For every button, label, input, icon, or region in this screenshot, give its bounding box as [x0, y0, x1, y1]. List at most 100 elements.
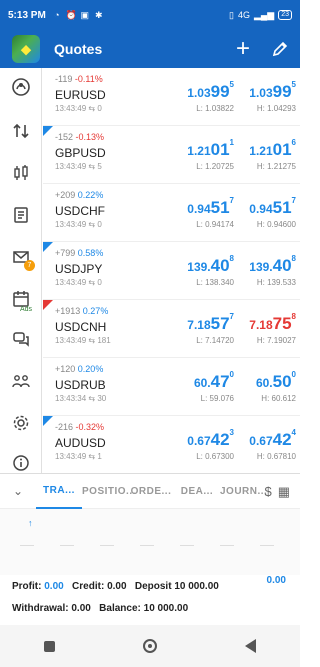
sidebar-item-chat[interactable] — [10, 328, 32, 350]
ask-big: 40 — [272, 256, 292, 275]
quote-symbol: EURUSD — [55, 88, 106, 102]
bid-big: 40 — [210, 256, 230, 275]
quote-high: H: 0.67810 — [256, 452, 296, 461]
sidebar-item-chart[interactable] — [10, 162, 32, 184]
chat-icon — [13, 332, 29, 347]
tab-orders[interactable]: ORDE... — [128, 486, 174, 497]
app-logo-icon[interactable]: ⬥ — [12, 35, 40, 63]
quote-points: +799 — [55, 248, 76, 258]
quote-percent: -0.11% — [74, 74, 103, 84]
recents-button[interactable] — [44, 640, 55, 652]
quote-time: 13:43:34 ⇆ 30 — [55, 394, 106, 403]
summary-line-1: Profit: 0.00 Credit: 0.00 Deposit 10 000… — [12, 581, 219, 592]
quote-change: +1913 0.27% — [55, 306, 108, 316]
trade-column-placeholder — [100, 545, 114, 546]
quote-time: 13:43:49 ⇆ 1 — [55, 452, 102, 461]
tab-trade[interactable]: TRA... — [36, 473, 82, 509]
quote-time: 13:43:49 ⇆ 181 — [55, 336, 111, 345]
quote-low: L: 1.20725 — [196, 162, 234, 171]
quote-high: H: 0.94600 — [256, 220, 296, 229]
add-symbol-button[interactable]: + — [236, 37, 250, 61]
quote-symbol: USDRUB — [55, 378, 106, 392]
ask-price: 139.408 — [249, 254, 296, 276]
quote-row[interactable]: -119 -0.11% EURUSD 13:43:49 ⇆ 0 1.03995 1.03… — [43, 68, 300, 126]
spread-icon: ⇆ — [88, 394, 96, 403]
ask-big: 51 — [272, 198, 292, 217]
bid-sup: 5 — [229, 80, 234, 89]
back-button[interactable] — [245, 639, 256, 653]
spread-icon: ⇆ — [88, 278, 96, 287]
ask-main: 1.21 — [249, 144, 273, 158]
bid-main: 7.18 — [187, 318, 211, 332]
trade-column-placeholder — [180, 545, 194, 546]
page-title: Quotes — [54, 41, 103, 57]
quote-corner-marker — [43, 416, 53, 426]
system-nav-bar — [0, 625, 300, 667]
quote-row[interactable]: +1913 0.27% USDCNH 13:43:49 ⇆ 181 7.18577 7.… — [43, 300, 300, 358]
withdrawal-label: Withdrawal: — [12, 603, 69, 614]
currency-icon[interactable]: $ — [264, 484, 271, 500]
ask-main: 139. — [249, 260, 273, 274]
sidebar-item-quotes[interactable] — [10, 76, 32, 98]
tab-journal[interactable]: JOURN... — [220, 486, 267, 497]
bid-sup: 7 — [229, 196, 234, 205]
tab-deals[interactable]: DEA... — [174, 486, 220, 497]
quote-low: L: 0.67300 — [196, 452, 234, 461]
ask-big: 75 — [272, 314, 292, 333]
quote-row[interactable]: +209 0.22% USDCHF 13:43:49 ⇆ 0 0.94517 0.945… — [43, 184, 300, 242]
credit-value: 0.00 — [107, 581, 127, 592]
bid-big: 42 — [210, 430, 230, 449]
quote-high: H: 7.19027 — [256, 336, 296, 345]
quote-row[interactable]: +799 0.58% USDJPY 13:43:49 ⇆ 0 139.408 139.4… — [43, 242, 300, 300]
trade-column-placeholder — [60, 545, 74, 546]
quote-change: +209 0.22% — [55, 190, 103, 200]
bid-big: 01 — [210, 140, 230, 159]
edit-pencil-icon[interactable] — [272, 41, 288, 57]
sidebar: 7 Ads — [0, 68, 42, 473]
bid-sup: 0 — [229, 370, 234, 379]
bid-big: 47 — [210, 372, 230, 391]
ask-sup: 8 — [291, 254, 296, 263]
bid-price: 139.408 — [187, 254, 234, 276]
network-label: 4G — [237, 10, 250, 20]
info-icon — [13, 455, 29, 471]
collapse-chevron-icon[interactable]: ⌄ — [0, 484, 36, 498]
trade-table: ↑ — [0, 509, 300, 575]
quote-high: H: 60.612 — [261, 394, 296, 403]
quote-change: -152 -0.13% — [55, 132, 104, 142]
sidebar-item-settings[interactable] — [10, 412, 32, 434]
bid-main: 139. — [187, 260, 211, 274]
ask-big: 50 — [272, 372, 292, 391]
total-profit-value: 0.00 — [266, 575, 286, 586]
sidebar-item-history[interactable] — [10, 204, 32, 226]
vibrate-icon: ▯ — [229, 9, 234, 20]
quote-points: +209 — [55, 190, 76, 200]
quote-percent: 0.27% — [82, 306, 109, 316]
ask-sup: 6 — [291, 138, 296, 147]
home-button[interactable] — [143, 639, 157, 653]
tab-positions[interactable]: POSITIO... — [82, 486, 135, 497]
quote-points: -152 — [55, 132, 74, 142]
community-icon — [12, 375, 30, 388]
ask-price: 1.03995 — [249, 80, 296, 102]
quote-row[interactable]: -152 -0.13% GBPUSD 13:43:49 ⇆ 5 1.21011 1.21… — [43, 126, 300, 184]
status-bar: 5:13 PM ◔ ⏰ ▣ ✱ ▯ 4G ▂▄▆ 23 — [0, 0, 300, 30]
sidebar-item-community[interactable] — [10, 370, 32, 392]
quotes-icon — [12, 78, 30, 96]
ask-sup: 5 — [291, 80, 296, 89]
quote-low: L: 138.340 — [196, 278, 234, 287]
ask-sup: 7 — [291, 196, 296, 205]
quote-percent: 0.58% — [77, 248, 104, 258]
quote-corner-marker — [43, 300, 53, 310]
ask-price: 7.18758 — [249, 312, 296, 334]
quote-change: -216 -0.32% — [55, 422, 104, 432]
quote-change: +120 0.20% — [55, 364, 103, 374]
calculator-icon[interactable]: ▦ — [278, 484, 290, 500]
bid-price: 1.03995 — [187, 80, 234, 102]
sidebar-item-info[interactable] — [10, 452, 32, 474]
battery-icon: 23 — [278, 10, 292, 20]
quote-row[interactable]: -216 -0.32% AUDUSD 13:43:49 ⇆ 1 0.67423 0.67… — [43, 416, 300, 473]
sort-arrow-icon[interactable]: ↑ — [28, 518, 33, 528]
sidebar-item-trade[interactable] — [10, 120, 32, 142]
quote-row[interactable]: +120 0.20% USDRUB 13:43:34 ⇆ 30 60.470 60.50… — [43, 358, 300, 416]
